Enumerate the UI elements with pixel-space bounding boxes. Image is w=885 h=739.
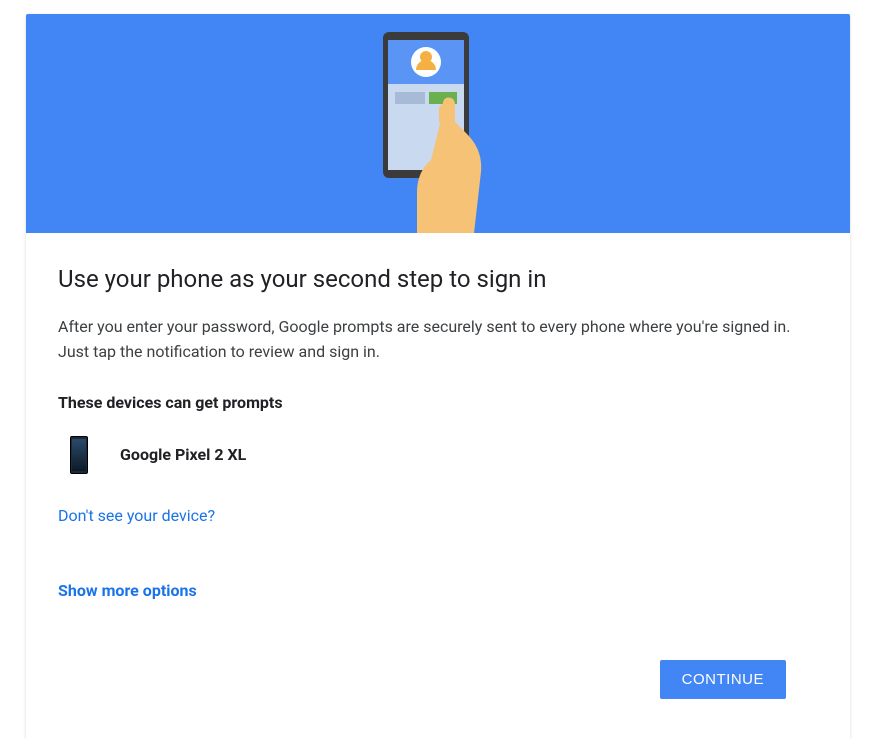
phone-prompt-illustration — [373, 32, 503, 233]
description-text: After you enter your password, Google pr… — [58, 315, 818, 365]
device-row: Google Pixel 2 XL — [70, 436, 818, 474]
device-thumbnail-icon — [70, 436, 88, 474]
content-area: Use your phone as your second step to si… — [26, 233, 850, 739]
page-title: Use your phone as your second step to si… — [58, 265, 818, 293]
dont-see-device-link[interactable]: Don't see your device? — [58, 506, 215, 525]
footer-actions: CONTINUE — [58, 660, 818, 699]
continue-button[interactable]: CONTINUE — [660, 660, 786, 699]
device-name: Google Pixel 2 XL — [120, 445, 246, 464]
devices-heading: These devices can get prompts — [58, 393, 818, 412]
show-more-options-link[interactable]: Show more options — [58, 581, 197, 600]
two-step-setup-card: Use your phone as your second step to si… — [26, 14, 850, 739]
hero-banner — [26, 14, 850, 233]
